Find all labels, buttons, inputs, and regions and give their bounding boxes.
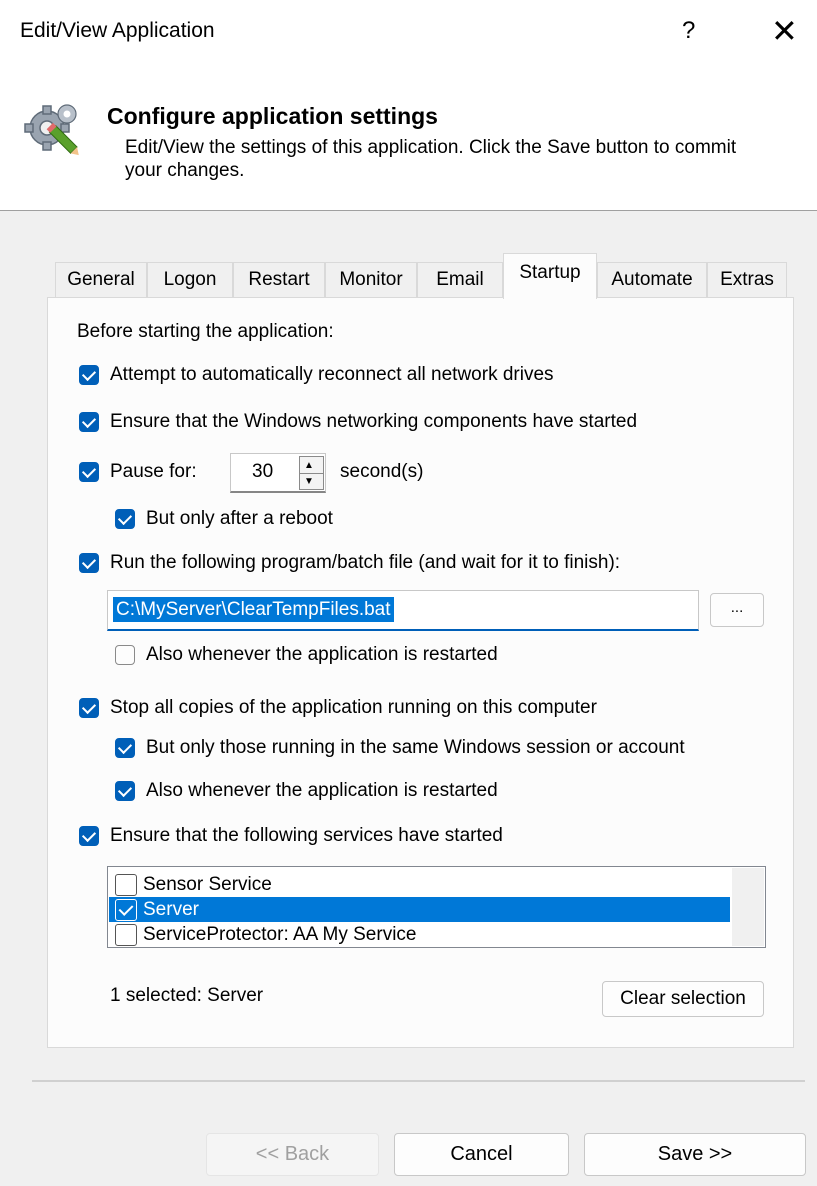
tab-monitor[interactable]: Monitor bbox=[325, 262, 417, 298]
browse-button[interactable]: ... bbox=[710, 593, 764, 627]
service-item[interactable]: ServiceProtector: AA My Service bbox=[109, 922, 730, 947]
ensure-services-label: Ensure that the following services have … bbox=[110, 825, 503, 846]
service-item[interactable]: Sensor Service bbox=[109, 872, 730, 897]
tab-automate[interactable]: Automate bbox=[597, 262, 707, 298]
pause-checkbox[interactable] bbox=[79, 462, 99, 482]
save-button[interactable]: Save >> bbox=[584, 1133, 806, 1176]
tab-email[interactable]: Email bbox=[417, 262, 503, 298]
program-path-value: C:\MyServer\ClearTempFiles.bat bbox=[113, 597, 394, 622]
header-description-2: your changes. bbox=[125, 160, 245, 181]
stop-also-restart-label: Also whenever the application is restart… bbox=[146, 780, 498, 801]
tab-restart[interactable]: Restart bbox=[233, 262, 325, 298]
clear-selection-button[interactable]: Clear selection bbox=[602, 981, 764, 1017]
ensure-services-checkbox[interactable] bbox=[79, 826, 99, 846]
run-program-checkbox[interactable] bbox=[79, 553, 99, 573]
run-also-restart-checkbox[interactable] bbox=[115, 645, 135, 665]
run-also-restart-label: Also whenever the application is restart… bbox=[146, 644, 498, 665]
stop-also-restart-checkbox[interactable] bbox=[115, 781, 135, 801]
reconnect-drives-label: Attempt to automatically reconnect all n… bbox=[110, 364, 554, 385]
ensure-networking-checkbox[interactable] bbox=[79, 412, 99, 432]
pause-only-reboot-label: But only after a reboot bbox=[146, 508, 333, 529]
service-name: Server bbox=[143, 899, 199, 920]
service-name: ServiceProtector: AA My Service bbox=[143, 924, 417, 945]
header-description: Edit/View the settings of this applicati… bbox=[125, 137, 737, 158]
stop-copies-checkbox[interactable] bbox=[79, 698, 99, 718]
back-button[interactable]: << Back bbox=[206, 1133, 379, 1176]
stop-same-session-label: But only those running in the same Windo… bbox=[146, 737, 685, 758]
close-button[interactable]: ✕ bbox=[771, 12, 798, 50]
reconnect-drives-checkbox[interactable] bbox=[79, 365, 99, 385]
selected-summary: 1 selected: Server bbox=[110, 985, 264, 1006]
spin-down-icon[interactable]: ▼ bbox=[304, 476, 314, 487]
tab-extras[interactable]: Extras bbox=[707, 262, 787, 298]
service-checkbox[interactable] bbox=[115, 924, 137, 946]
cancel-button[interactable]: Cancel bbox=[394, 1133, 569, 1176]
pause-only-reboot-checkbox[interactable] bbox=[115, 509, 135, 529]
window-title: Edit/View Application bbox=[20, 19, 215, 42]
spinner-divider bbox=[300, 473, 323, 474]
stop-copies-label: Stop all copies of the application runni… bbox=[110, 697, 597, 718]
tab-general[interactable]: General bbox=[55, 262, 147, 298]
service-name: Sensor Service bbox=[143, 874, 272, 895]
service-checkbox[interactable] bbox=[115, 899, 137, 921]
pause-seconds-value: 30 bbox=[252, 461, 274, 482]
spin-up-icon[interactable]: ▲ bbox=[304, 460, 314, 471]
help-button[interactable]: ? bbox=[682, 17, 695, 45]
stop-same-session-checkbox[interactable] bbox=[115, 738, 135, 758]
service-item[interactable]: Server bbox=[109, 897, 730, 922]
services-scrollbar[interactable] bbox=[732, 868, 764, 946]
header-title: Configure application settings bbox=[107, 103, 438, 129]
intro-label: Before starting the application: bbox=[77, 321, 334, 342]
ensure-networking-label: Ensure that the Windows networking compo… bbox=[110, 411, 638, 432]
pause-unit-label: second(s) bbox=[340, 461, 424, 482]
footer-separator bbox=[32, 1080, 805, 1082]
pause-label: Pause for: bbox=[110, 461, 197, 482]
tab-logon[interactable]: Logon bbox=[147, 262, 233, 298]
service-checkbox[interactable] bbox=[115, 874, 137, 896]
gear-pencil-icon bbox=[24, 104, 79, 156]
run-program-label: Run the following program/batch file (an… bbox=[110, 552, 621, 573]
tab-startup[interactable]: Startup bbox=[503, 253, 597, 299]
